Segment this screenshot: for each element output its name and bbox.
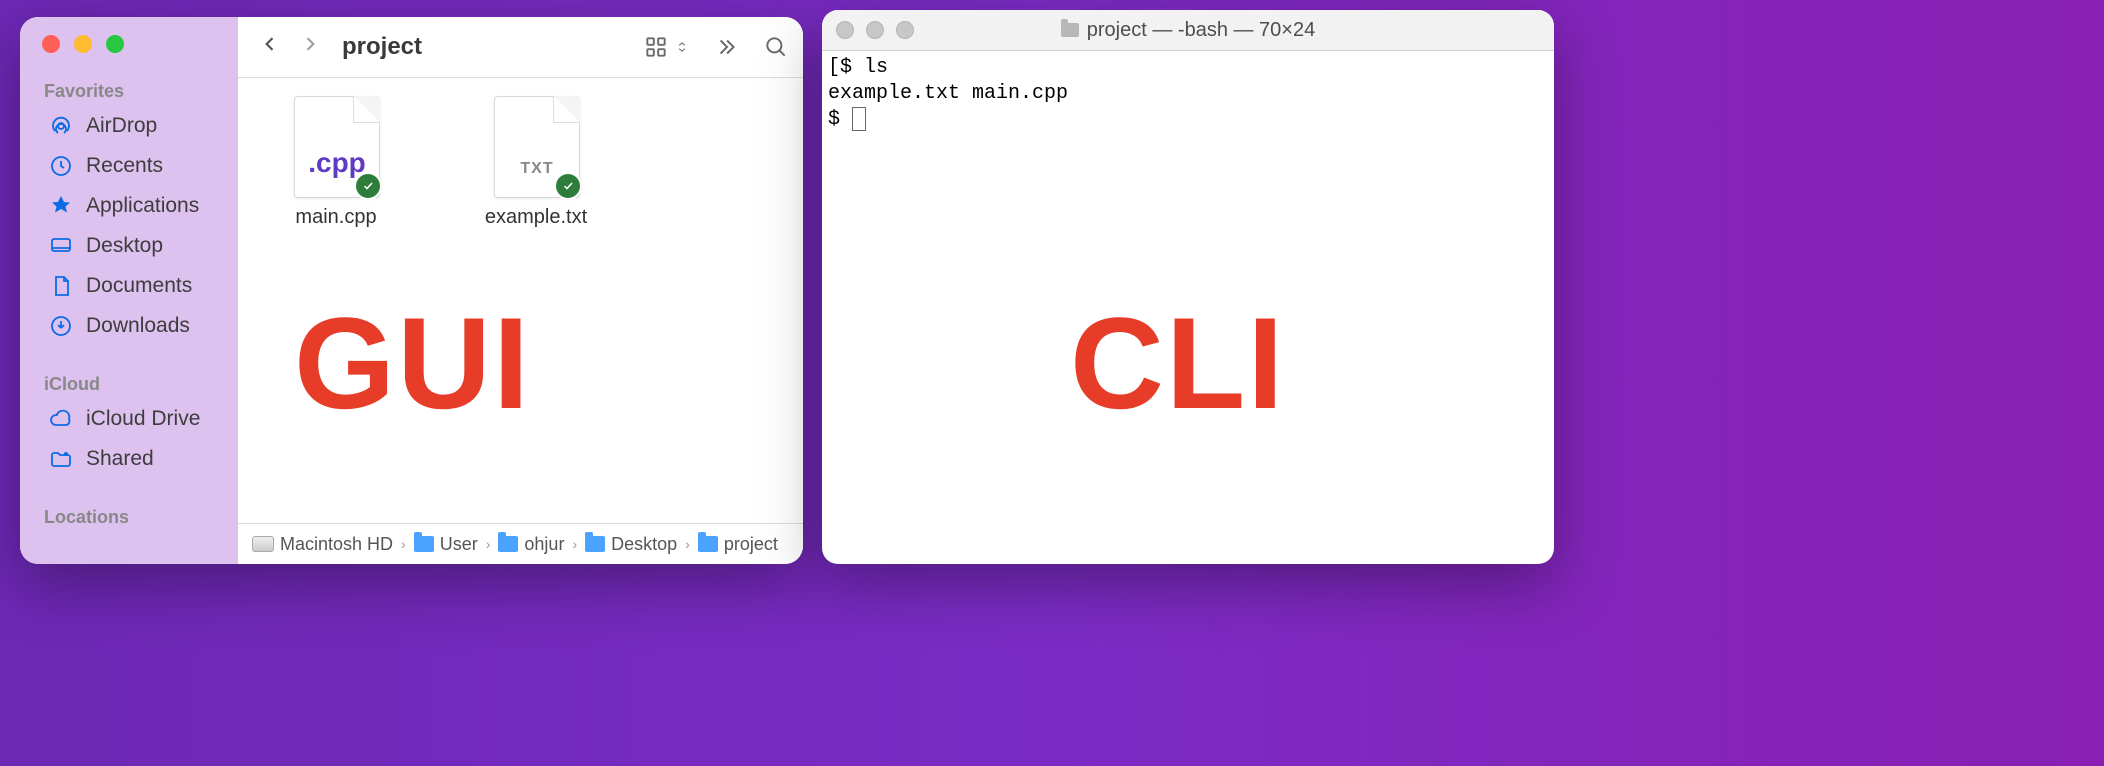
sidebar-item-desktop[interactable]: Desktop (26, 226, 232, 266)
sidebar-section-icloud: iCloud (20, 346, 238, 399)
synced-badge-icon (354, 172, 382, 200)
sidebar-item-label: Documents (86, 274, 192, 298)
finder-sidebar: Favorites AirDrop Recents Applications D… (20, 17, 238, 564)
folder-icon (498, 536, 518, 552)
path-bar: Macintosh HD › User › ohjur › Desktop › … (238, 523, 803, 564)
doc-icon (48, 273, 74, 299)
sidebar-item-shared[interactable]: Shared (26, 439, 232, 479)
finder-traffic-lights (20, 35, 238, 53)
sidebar-item-label: Shared (86, 447, 154, 471)
synced-badge-icon (554, 172, 582, 200)
chevron-right-icon: › (484, 536, 493, 552)
cpp-file-icon: .cpp (294, 96, 378, 196)
folder-icon (1061, 23, 1079, 37)
clock-icon (48, 153, 74, 179)
overflow-button[interactable] (713, 34, 739, 60)
sidebar-item-label: Applications (86, 194, 199, 218)
forward-button[interactable] (300, 34, 320, 60)
chevron-right-icon: › (570, 536, 579, 552)
terminal-line: example.txt main.cpp (828, 82, 1068, 105)
shared-folder-icon (48, 446, 74, 472)
terminal-header: project — -bash — 70×24 (822, 10, 1554, 51)
path-crumb[interactable]: Macintosh HD (252, 534, 393, 555)
path-crumb[interactable]: Desktop (585, 534, 677, 555)
sidebar-item-label: AirDrop (86, 114, 157, 138)
terminal-line: [$ ls (828, 56, 888, 79)
file-grid: .cpp main.cpp TXT example.txt (262, 96, 779, 229)
terminal-body[interactable]: [$ ls example.txt main.cpp $ (822, 51, 1554, 564)
sidebar-section-locations: Locations (20, 479, 238, 532)
search-button[interactable] (763, 34, 789, 60)
finder-content[interactable]: .cpp main.cpp TXT example.txt (238, 78, 803, 523)
sidebar-item-label: Recents (86, 154, 163, 178)
sidebar-item-airdrop[interactable]: AirDrop (26, 106, 232, 146)
terminal-line: $ (828, 108, 852, 131)
sidebar-section-favorites: Favorites (20, 53, 238, 106)
cursor-icon (852, 107, 866, 131)
desktop-icon (48, 233, 74, 259)
minimize-button[interactable] (74, 35, 92, 53)
cloud-icon (48, 406, 74, 432)
folder-icon (698, 536, 718, 552)
crumb-label: User (440, 534, 478, 555)
file-label: example.txt (485, 206, 587, 229)
fullscreen-button[interactable] (106, 35, 124, 53)
crumb-label: project (724, 534, 778, 555)
download-icon (48, 313, 74, 339)
crumb-label: ohjur (524, 534, 564, 555)
file-ext-label: .cpp (308, 147, 366, 179)
crumb-label: Desktop (611, 534, 677, 555)
sidebar-item-label: Downloads (86, 314, 190, 338)
txt-file-icon: TXT (494, 96, 578, 196)
finder-main: project .cpp (238, 17, 803, 564)
terminal-title-text: project — -bash — 70×24 (1087, 19, 1315, 42)
finder-title: project (342, 33, 422, 61)
toolbar-icons (643, 34, 789, 60)
path-crumb[interactable]: project (698, 534, 778, 555)
file-label: main.cpp (295, 206, 376, 229)
sidebar-item-recents[interactable]: Recents (26, 146, 232, 186)
terminal-title: project — -bash — 70×24 (822, 19, 1554, 42)
chevron-right-icon: › (399, 536, 408, 552)
finder-window: Favorites AirDrop Recents Applications D… (20, 17, 803, 564)
view-options-button[interactable] (643, 34, 689, 60)
terminal-window: project — -bash — 70×24 [$ ls example.tx… (822, 10, 1554, 564)
path-crumb[interactable]: ohjur (498, 534, 564, 555)
hdd-icon (252, 536, 274, 552)
file-ext-label: TXT (520, 160, 553, 178)
file-item-main-cpp[interactable]: .cpp main.cpp (276, 96, 396, 229)
chevron-right-icon: › (683, 536, 692, 552)
airdrop-icon (48, 113, 74, 139)
back-button[interactable] (260, 34, 280, 60)
sidebar-item-downloads[interactable]: Downloads (26, 306, 232, 346)
sidebar-item-icloud-drive[interactable]: iCloud Drive (26, 399, 232, 439)
finder-toolbar: project (238, 17, 803, 78)
file-item-example-txt[interactable]: TXT example.txt (476, 96, 596, 229)
apps-icon (48, 193, 74, 219)
path-crumb[interactable]: User (414, 534, 478, 555)
folder-icon (585, 536, 605, 552)
folder-icon (414, 536, 434, 552)
close-button[interactable] (42, 35, 60, 53)
nav-arrows (260, 34, 320, 60)
sidebar-item-applications[interactable]: Applications (26, 186, 232, 226)
crumb-label: Macintosh HD (280, 534, 393, 555)
sidebar-item-documents[interactable]: Documents (26, 266, 232, 306)
sidebar-item-label: Desktop (86, 234, 163, 258)
sidebar-item-label: iCloud Drive (86, 407, 200, 431)
